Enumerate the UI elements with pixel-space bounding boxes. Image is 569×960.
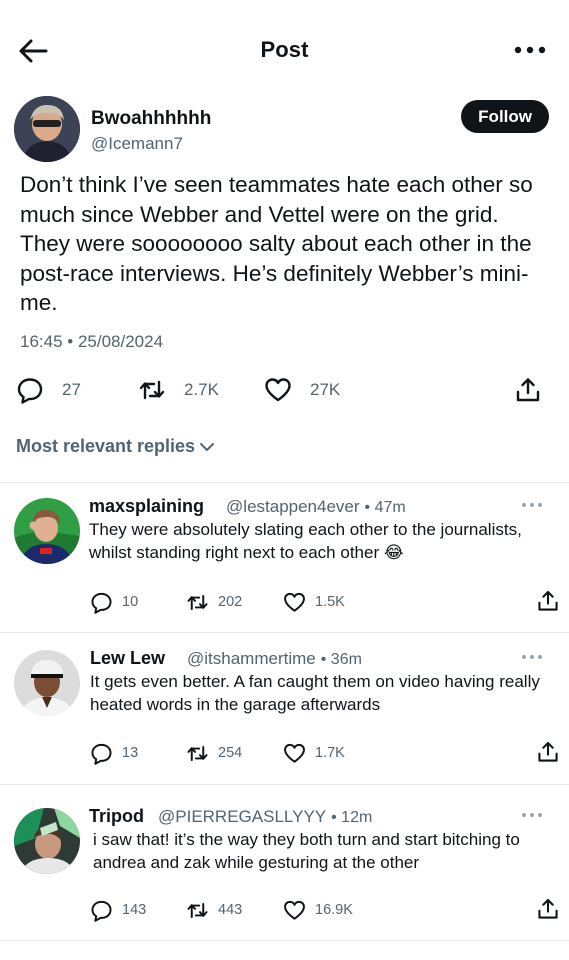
more-horizontal-icon[interactable] <box>521 500 543 510</box>
avatar[interactable] <box>14 498 80 564</box>
reply-action-bar: 10 202 1.5K <box>90 589 560 615</box>
share-icon[interactable] <box>536 897 560 921</box>
repost-button[interactable]: 202 <box>186 589 242 615</box>
reply-icon <box>91 743 112 765</box>
reply-author-name[interactable]: Tripod <box>89 806 144 827</box>
repost-icon <box>187 902 208 918</box>
like-count: 1.7K <box>315 745 345 761</box>
reply-count: 27 <box>62 380 81 399</box>
reply-icon <box>91 592 112 614</box>
like-button[interactable]: 1.7K <box>283 740 345 766</box>
avatar[interactable] <box>14 96 80 162</box>
post-author-header: Bwoahhhhhh @Icemann7 Follow <box>14 96 554 162</box>
like-count: 1.5K <box>315 594 345 610</box>
avatar[interactable] <box>14 650 80 716</box>
divider <box>0 632 569 633</box>
reply-text: It gets even better. A fan caught them o… <box>90 672 540 714</box>
like-button[interactable]: 1.5K <box>283 589 345 615</box>
like-button[interactable]: 16.9K <box>283 897 353 923</box>
reply-count: 143 <box>122 902 147 918</box>
more-options-button[interactable] <box>513 40 547 60</box>
reply-time[interactable]: • 47m <box>365 499 406 517</box>
repost-icon <box>187 594 208 610</box>
repost-count: 254 <box>218 745 243 761</box>
divider <box>0 784 569 785</box>
repost-icon <box>139 380 165 400</box>
more-horizontal-icon <box>514 46 546 54</box>
reply-count: 10 <box>122 594 139 610</box>
like-count: 16.9K <box>315 902 353 918</box>
reply-button[interactable]: 143 <box>90 897 146 923</box>
reply-button[interactable]: 10 <box>90 589 138 615</box>
reply-item[interactable]: Tripod @PIERREGASLLYYY • 12m i saw that!… <box>0 806 569 930</box>
repost-icon <box>187 745 208 761</box>
post-body-text: Don’t think I’ve seen teammates hate eac… <box>20 172 533 315</box>
repost-count: 443 <box>218 902 243 918</box>
repost-count: 202 <box>218 594 243 610</box>
reply-text: i saw that! it’s the way they both turn … <box>93 830 520 872</box>
heart-icon <box>265 378 291 402</box>
like-count: 27K <box>310 380 341 399</box>
follow-button[interactable]: Follow <box>461 100 549 133</box>
share-icon <box>516 378 540 402</box>
reply-item[interactable]: Lew Lew @itshammertime • 36m It gets eve… <box>0 648 569 772</box>
reply-icon <box>17 378 43 404</box>
reply-time[interactable]: • 12m <box>331 809 372 827</box>
repost-count: 2.7K <box>184 380 219 399</box>
reply-text: They were absolutely slating each other … <box>89 520 522 562</box>
post-timestamp[interactable]: 16:45 • 25/08/2024 <box>20 332 163 352</box>
reply-author-handle[interactable]: @itshammertime <box>187 649 316 669</box>
post-action-bar: 27 2.7K 27K <box>14 372 554 408</box>
reply-action-bar: 13 254 1.7K <box>90 740 560 766</box>
reply-header: maxsplaining @lestappen4ever • 47m <box>89 496 406 517</box>
reply-button[interactable]: 13 <box>90 740 138 766</box>
divider <box>0 940 569 941</box>
reply-sort-dropdown[interactable]: Most relevant replies <box>16 436 215 457</box>
top-bar: Post <box>0 0 569 100</box>
divider <box>0 482 569 483</box>
reply-header: Lew Lew @itshammertime • 36m <box>90 648 362 669</box>
more-horizontal-icon[interactable] <box>521 652 543 662</box>
more-horizontal-icon[interactable] <box>521 810 543 820</box>
like-button[interactable]: 27K <box>264 372 340 408</box>
reply-sort-label: Most relevant replies <box>16 436 196 456</box>
reply-author-name[interactable]: Lew Lew <box>90 648 165 669</box>
reply-header: Tripod @PIERREGASLLYYY • 12m <box>89 806 372 827</box>
post-author-handle[interactable]: @Icemann7 <box>91 134 183 154</box>
share-button[interactable] <box>514 372 542 408</box>
reply-author-handle[interactable]: @lestappen4ever <box>226 497 360 517</box>
heart-icon <box>284 592 305 612</box>
reply-time[interactable]: • 36m <box>321 651 362 669</box>
chevron-down-icon <box>200 442 215 451</box>
share-icon[interactable] <box>536 740 560 764</box>
share-icon[interactable] <box>536 589 560 613</box>
reply-author-handle[interactable]: @PIERREGASLLYYY <box>158 807 326 827</box>
reply-author-name[interactable]: maxsplaining <box>89 496 204 517</box>
reply-action-bar: 143 443 16.9K <box>90 897 560 923</box>
avatar[interactable] <box>14 808 80 874</box>
page-title: Post <box>260 37 309 62</box>
reply-count: 13 <box>122 745 139 761</box>
post-author-name[interactable]: Bwoahhhhhh <box>91 108 211 130</box>
reply-icon <box>91 900 112 922</box>
repost-button[interactable]: 2.7K <box>138 372 219 408</box>
repost-button[interactable]: 443 <box>186 897 242 923</box>
heart-icon <box>284 743 305 763</box>
repost-button[interactable]: 254 <box>186 740 242 766</box>
reply-button[interactable]: 27 <box>16 372 81 408</box>
heart-icon <box>284 900 305 920</box>
reply-item[interactable]: maxsplaining @lestappen4ever • 47m They … <box>0 496 569 620</box>
